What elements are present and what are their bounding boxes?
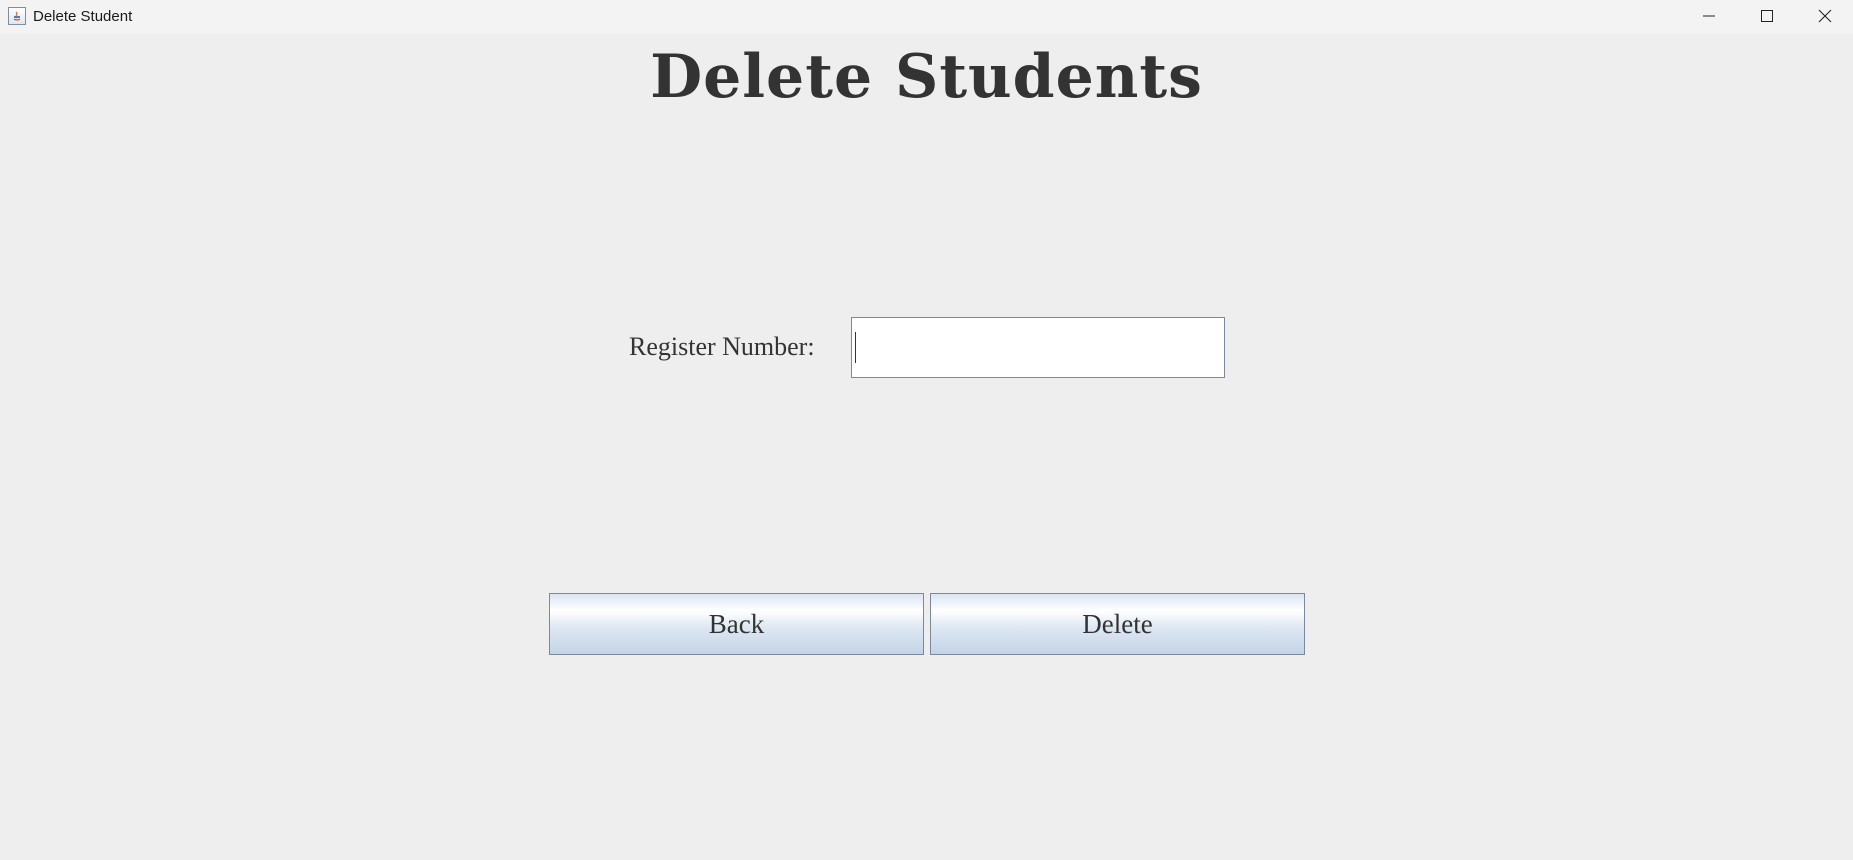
register-number-input[interactable]	[851, 317, 1225, 378]
window-title: Delete Student	[33, 8, 133, 25]
delete-button[interactable]: Delete	[930, 593, 1305, 655]
close-icon[interactable]	[1796, 0, 1853, 32]
minimize-icon[interactable]	[1680, 0, 1738, 32]
back-button[interactable]: Back	[549, 593, 924, 655]
java-app-icon	[8, 7, 26, 25]
maximize-icon[interactable]	[1738, 0, 1796, 32]
page-title: Delete Students	[650, 42, 1203, 112]
register-number-label: Register Number:	[629, 332, 815, 361]
title-bar[interactable]: Delete Student	[0, 0, 1853, 34]
delete-student-window: Delete Student Delete Students Register …	[0, 0, 1853, 860]
text-caret	[855, 332, 856, 363]
